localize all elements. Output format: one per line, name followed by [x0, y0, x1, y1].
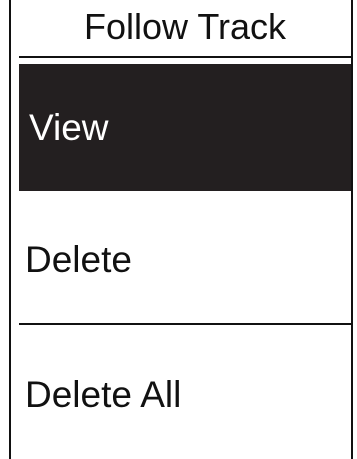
- menu-item-label: Delete All: [25, 374, 182, 415]
- menu-item-label: Delete: [25, 238, 132, 280]
- page-title: Follow Track: [83, 6, 287, 47]
- header-bar: Follow Track: [19, 0, 351, 56]
- menu-item-view[interactable]: View: [19, 64, 351, 191]
- menu-item-label: View: [29, 107, 109, 148]
- screen-right-border: [351, 0, 353, 459]
- menu-item-delete-all[interactable]: Delete All: [19, 330, 351, 459]
- menu-item-delete[interactable]: Delete: [19, 196, 351, 322]
- header-divider: [19, 56, 351, 58]
- screen-left-border: [9, 0, 11, 459]
- menu-divider: [19, 323, 351, 325]
